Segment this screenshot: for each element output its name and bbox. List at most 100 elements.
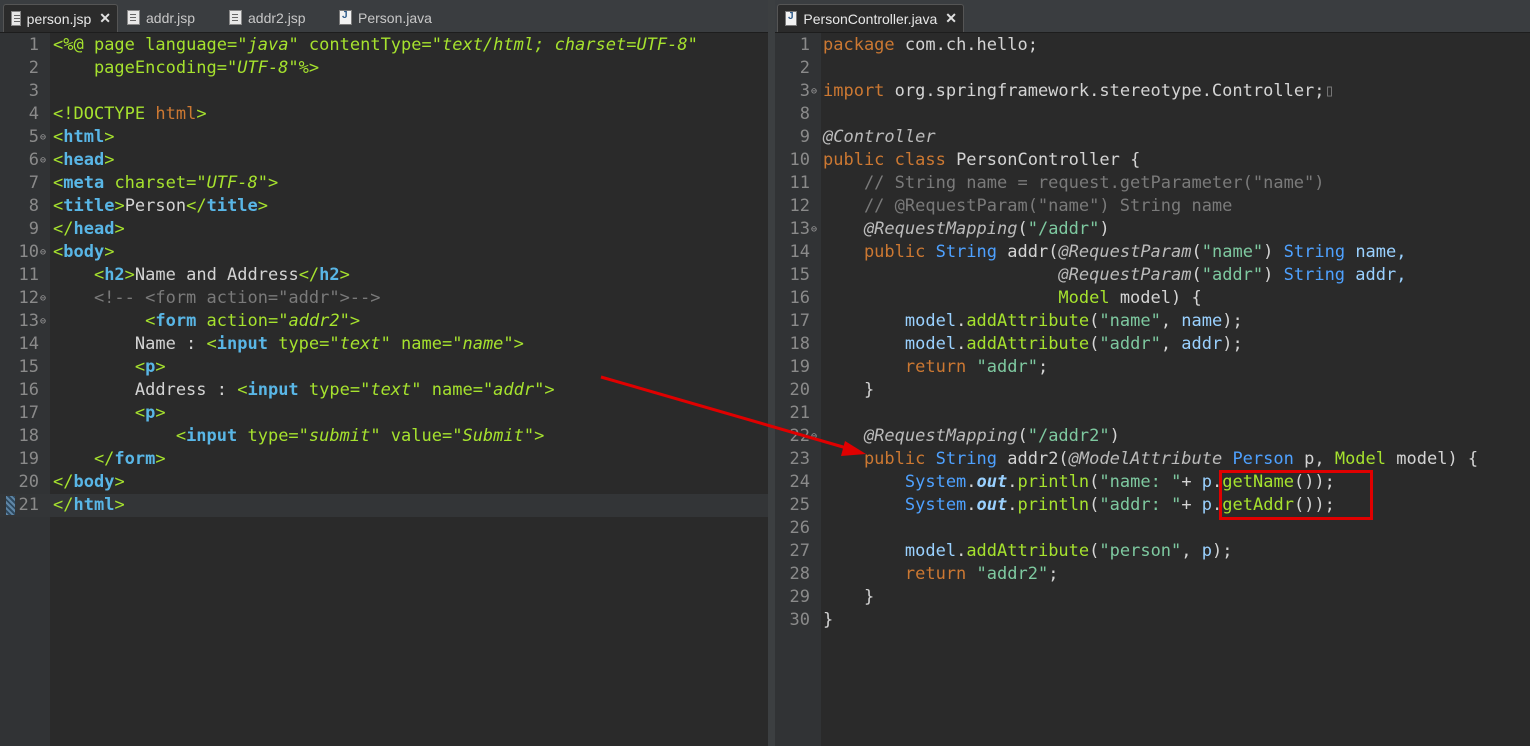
code-line[interactable]: 15 @RequestParam("addr") String addr, xyxy=(775,264,1530,287)
code-line[interactable]: 21 </html> xyxy=(0,494,768,517)
code-token: "text/html; charset=UTF-8" xyxy=(431,35,698,55)
tab-person-jsp[interactable]: person.jsp ✕ xyxy=(3,4,118,32)
tab-addr2-jsp[interactable]: addr2.jsp xyxy=(222,4,306,31)
tab-personcontroller-java[interactable]: PersonController.java ✕ xyxy=(777,4,964,32)
code-token: ( xyxy=(1089,472,1100,492)
code-token: > xyxy=(104,150,115,170)
code-text: <head> xyxy=(53,149,114,172)
code-line[interactable]: 22 ⊖ @RequestMapping("/addr2") xyxy=(775,425,1530,448)
fold-toggle-icon[interactable]: ⊖ xyxy=(40,241,46,264)
code-line[interactable]: 12 ⊖ <!-- <form action="addr">--> xyxy=(0,287,768,310)
code-line[interactable]: 20 } xyxy=(775,379,1530,402)
code-token: < xyxy=(53,311,156,331)
code-token: PersonController xyxy=(956,150,1120,170)
fold-toggle-icon[interactable]: ⊖ xyxy=(40,287,46,310)
code-line[interactable]: 2 xyxy=(775,57,1530,80)
left-editor-pane[interactable]: person.jsp ✕ addr.jsp addr2.jsp Person.j… xyxy=(0,0,768,746)
code-line[interactable]: 13 ⊖ @RequestMapping("/addr") xyxy=(775,218,1530,241)
code-line[interactable]: 9 @Controller xyxy=(775,126,1530,149)
code-token: p xyxy=(1201,495,1213,515)
line-number: 15 xyxy=(789,265,810,285)
code-token: ); xyxy=(1222,334,1243,354)
code-token: html xyxy=(73,495,115,515)
code-editor[interactable]: 1 package com.ch.hello; 2 3 ⊖ import org.spri… xyxy=(775,33,1530,746)
code-line[interactable]: 14 Name : <input type="text" name="name"… xyxy=(0,333,768,356)
line-number: 12 xyxy=(789,196,810,216)
code-token: html xyxy=(155,104,197,124)
line-number: 5 xyxy=(28,127,39,147)
tab-addr-jsp[interactable]: addr.jsp xyxy=(120,4,195,31)
code-line[interactable]: 6 ⊖ <head> xyxy=(0,149,768,172)
code-editor[interactable]: 1 <%@ page language="java" contentType="t… xyxy=(0,33,768,746)
close-icon[interactable]: ✕ xyxy=(945,10,957,27)
code-line[interactable]: 23 public String addr2(@ModelAttribute P… xyxy=(775,448,1530,471)
code-line[interactable]: 3 ⊖ import org.springframework.stereotype.… xyxy=(775,80,1530,103)
code-line[interactable]: 29 } xyxy=(775,586,1530,609)
fold-toggle-icon[interactable]: ⊖ xyxy=(811,425,817,448)
code-line[interactable]: 12 // @RequestParam("name") String name xyxy=(775,195,1530,218)
code-token: org.springframework.stereotype.Controlle… xyxy=(894,81,1325,101)
code-line[interactable]: 17 model.addAttribute("name", name); xyxy=(775,310,1530,333)
tab-label: Person.java xyxy=(358,9,432,26)
code-line[interactable]: 25 System.out.println("addr: "+ p.getAdd… xyxy=(775,494,1530,517)
code-text: Name : <input type="text" name="name"> xyxy=(53,333,524,356)
line-number: 21 xyxy=(18,495,39,515)
code-line[interactable]: 26 xyxy=(775,517,1530,540)
code-line[interactable]: 13 ⊖ <form action="addr2"> xyxy=(0,310,768,333)
fold-toggle-icon[interactable]: ⊖ xyxy=(40,126,46,149)
code-line[interactable]: 30} xyxy=(775,609,1530,632)
code-token: "name" xyxy=(452,334,514,354)
code-line[interactable]: 4 <!DOCTYPE html> xyxy=(0,103,768,126)
code-line[interactable]: 14 public String addr(@RequestParam("nam… xyxy=(775,241,1530,264)
code-line[interactable]: 10 ⊖ <body> xyxy=(0,241,768,264)
code-line[interactable]: 1 <%@ page language="java" contentType="t… xyxy=(0,34,768,57)
code-text: model.addAttribute("name", name); xyxy=(823,310,1243,333)
code-line[interactable]: 19 return "addr"; xyxy=(775,356,1530,379)
code-line[interactable]: 5 ⊖ <html> xyxy=(0,126,768,149)
editor-splitter[interactable] xyxy=(768,0,775,746)
code-line[interactable]: 16 Address : <input type="text" name="ad… xyxy=(0,379,768,402)
jsp-file-icon xyxy=(11,11,21,26)
code-line[interactable]: 11 <h2>Name and Address</h2> xyxy=(0,264,768,287)
fold-toggle-icon[interactable]: ⊖ xyxy=(811,80,817,103)
fold-toggle-icon[interactable]: ⊖ xyxy=(40,149,46,172)
code-line[interactable]: 8 xyxy=(775,103,1530,126)
code-token: "name: " xyxy=(1099,472,1182,492)
code-line[interactable]: 27 model.addAttribute("person", p); xyxy=(775,540,1530,563)
code-text: <title>Person</title> xyxy=(53,195,268,218)
code-token: < xyxy=(53,426,187,446)
line-number: 16 xyxy=(789,288,810,308)
fold-toggle-icon[interactable]: ⊖ xyxy=(811,218,817,241)
code-line[interactable]: 15 <p> xyxy=(0,356,768,379)
code-line[interactable]: 1 package com.ch.hello; xyxy=(775,34,1530,57)
code-line[interactable]: 24 System.out.println("name: "+ p.getNam… xyxy=(775,471,1530,494)
code-token: name= xyxy=(390,334,453,354)
code-text: <p> xyxy=(53,356,166,379)
code-line[interactable]: 11 // String name = request.getParameter… xyxy=(775,172,1530,195)
code-line[interactable]: 19 </form> xyxy=(0,448,768,471)
code-token: out xyxy=(976,472,1008,492)
code-line[interactable]: 18 model.addAttribute("addr", addr); xyxy=(775,333,1530,356)
line-number: 22 xyxy=(789,426,810,446)
code-line[interactable]: 28 return "addr2"; xyxy=(775,563,1530,586)
code-line[interactable]: 18 <input type="submit" value="Submit"> xyxy=(0,425,768,448)
code-line[interactable]: 10 public class PersonController { xyxy=(775,149,1530,172)
code-line[interactable]: 3 xyxy=(0,80,768,103)
code-line[interactable]: 17 <p> xyxy=(0,402,768,425)
code-line[interactable]: 8 <title>Person</title> xyxy=(0,195,768,218)
right-editor-pane[interactable]: PersonController.java ✕ 1 package com.ch.… xyxy=(775,0,1530,746)
code-line[interactable]: 7 <meta charset="UTF-8"> xyxy=(0,172,768,195)
code-line[interactable]: 21 xyxy=(775,402,1530,425)
tab-person-java[interactable]: Person.java xyxy=(332,4,432,31)
code-line[interactable]: 16 Model model) { xyxy=(775,287,1530,310)
code-text: Address : <input type="text" name="addr"… xyxy=(53,379,555,402)
code-token: @Controller xyxy=(823,127,936,147)
close-icon[interactable]: ✕ xyxy=(99,10,111,27)
code-line[interactable]: 2 pageEncoding="UTF-8"%> xyxy=(0,57,768,80)
code-token: < xyxy=(237,380,248,400)
code-text: </head> xyxy=(53,218,125,241)
code-line[interactable]: 20 </body> xyxy=(0,471,768,494)
code-line[interactable]: 9 </head> xyxy=(0,218,768,241)
fold-toggle-icon[interactable]: ⊖ xyxy=(40,310,46,333)
code-text: <!-- <form action="addr">--> xyxy=(53,287,381,310)
